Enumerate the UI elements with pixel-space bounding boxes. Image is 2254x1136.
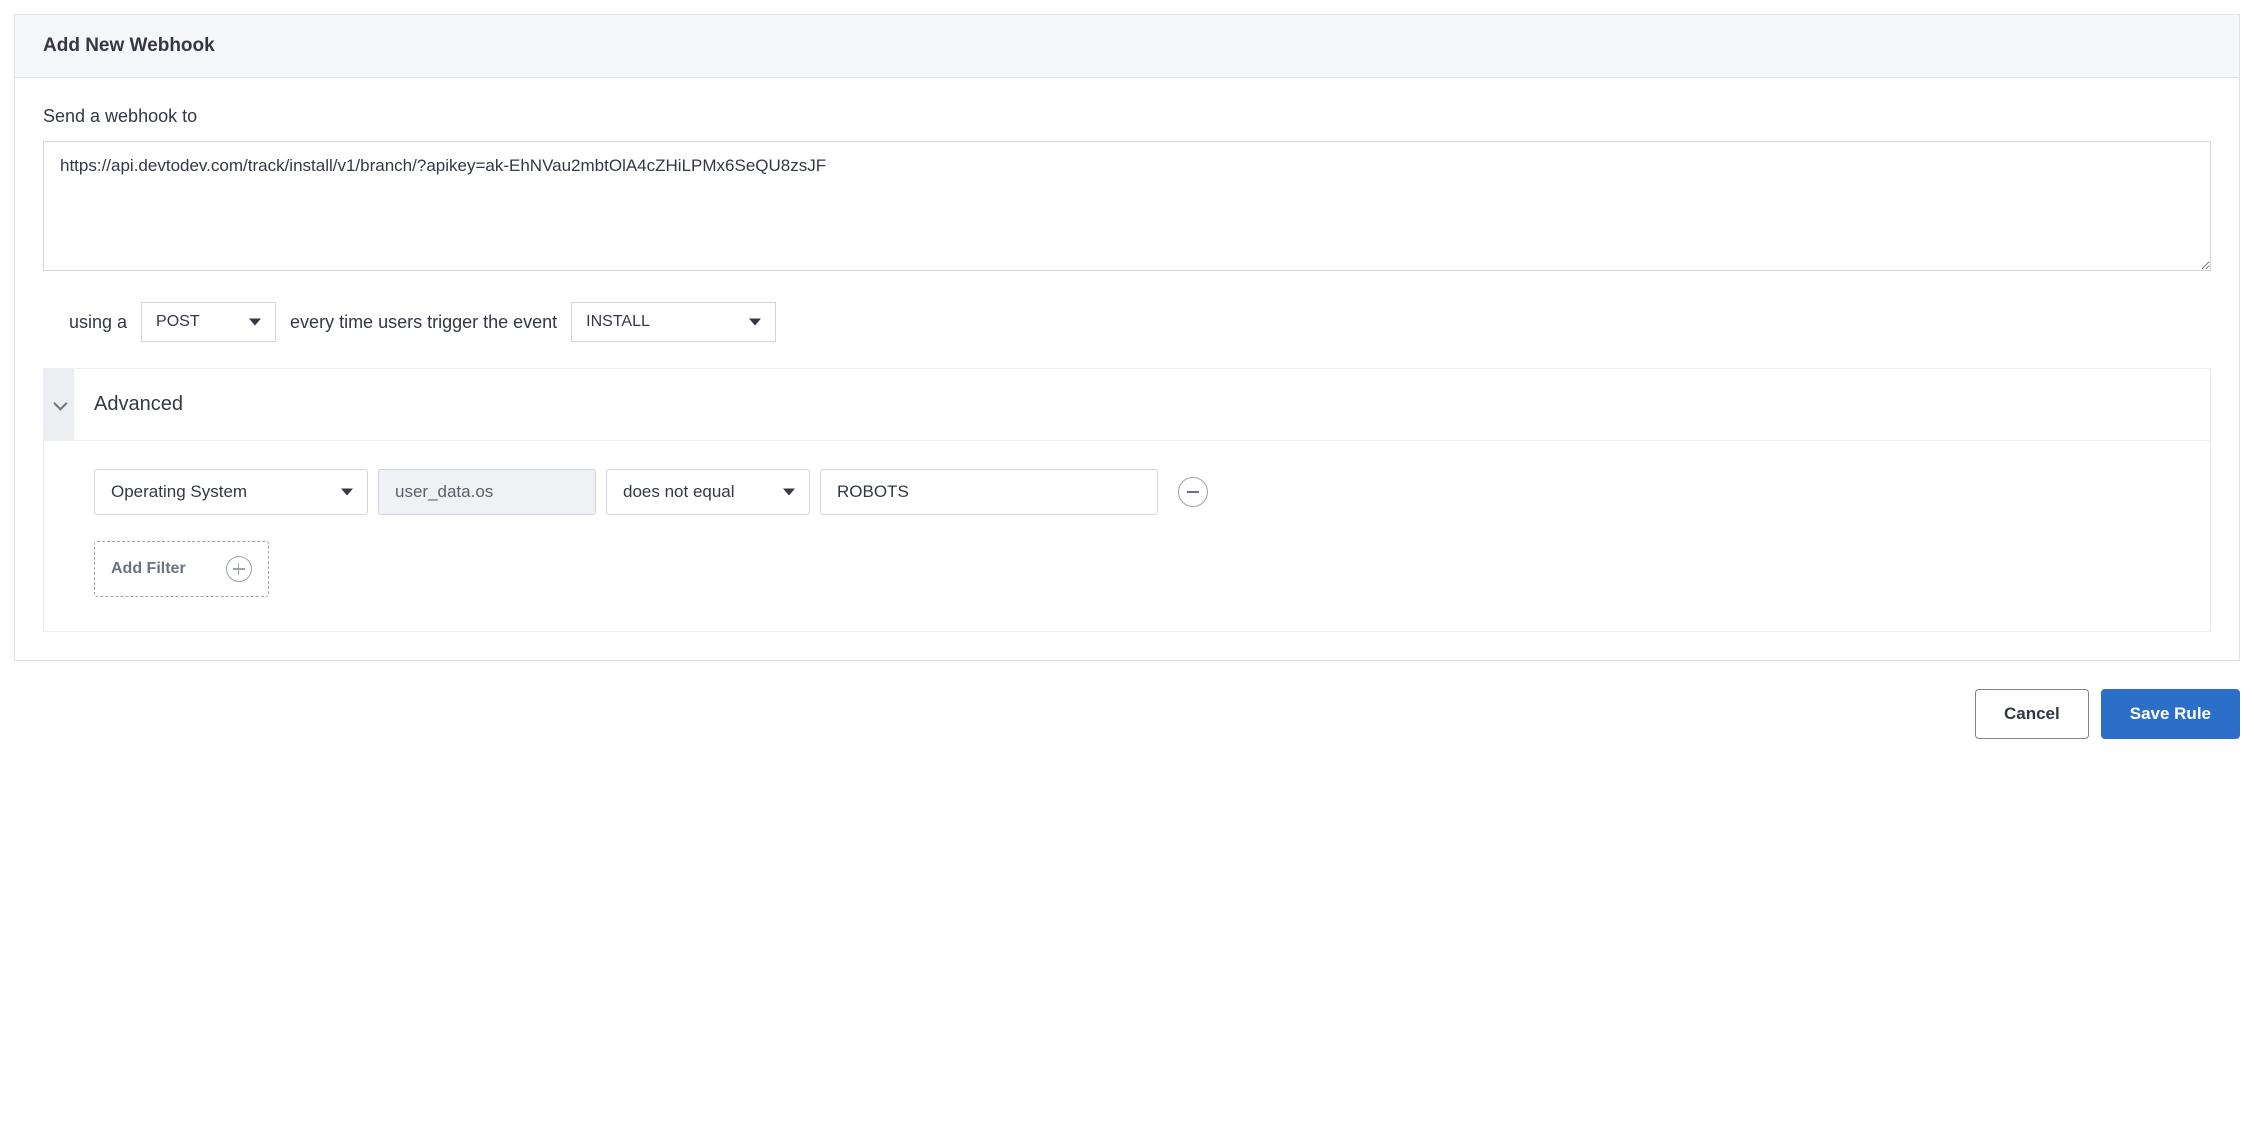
http-method-select[interactable]: POST bbox=[141, 302, 276, 342]
add-filter-button[interactable]: Add Filter bbox=[94, 541, 269, 597]
cancel-button[interactable]: Cancel bbox=[1975, 689, 2089, 739]
caret-down-icon bbox=[249, 319, 261, 326]
caret-down-icon bbox=[749, 319, 761, 326]
filter-property-value: Operating System bbox=[111, 482, 247, 502]
minus-icon bbox=[1187, 491, 1199, 493]
caret-down-icon bbox=[341, 489, 353, 496]
filter-operator-select[interactable]: does not equal bbox=[606, 469, 810, 515]
filter-row: Operating System user_data.os does not e… bbox=[94, 469, 2160, 515]
filter-operator-value: does not equal bbox=[623, 482, 735, 502]
save-button[interactable]: Save Rule bbox=[2101, 689, 2240, 739]
add-filter-label: Add Filter bbox=[111, 560, 186, 578]
chevron-down-icon bbox=[53, 396, 67, 410]
filter-property-select[interactable]: Operating System bbox=[94, 469, 368, 515]
config-row: using a POST every time users trigger th… bbox=[69, 302, 2211, 342]
webhook-url-label: Send a webhook to bbox=[43, 106, 2211, 127]
advanced-title: Advanced bbox=[74, 369, 203, 440]
http-method-value: POST bbox=[156, 313, 200, 331]
advanced-toggle[interactable] bbox=[44, 369, 74, 440]
event-value: INSTALL bbox=[586, 313, 650, 331]
panel-header: Add New Webhook bbox=[15, 15, 2239, 78]
plus-circle-icon bbox=[226, 556, 252, 582]
caret-down-icon bbox=[783, 489, 795, 496]
trigger-label: every time users trigger the event bbox=[290, 312, 557, 333]
advanced-body: Operating System user_data.os does not e… bbox=[44, 441, 2210, 631]
panel-title: Add New Webhook bbox=[43, 35, 2211, 57]
webhook-url-input[interactable]: https://api.devtodev.com/track/install/v… bbox=[43, 141, 2211, 271]
advanced-section: Advanced Operating System user_data.os d… bbox=[43, 368, 2211, 632]
advanced-header: Advanced bbox=[44, 369, 2210, 441]
panel-body: Send a webhook to https://api.devtodev.c… bbox=[15, 78, 2239, 660]
webhook-panel: Add New Webhook Send a webhook to https:… bbox=[14, 14, 2240, 661]
using-label: using a bbox=[69, 312, 127, 333]
filter-value-input[interactable] bbox=[820, 469, 1158, 515]
footer-buttons: Cancel Save Rule bbox=[14, 689, 2240, 739]
event-select[interactable]: INSTALL bbox=[571, 302, 776, 342]
filter-field-display: user_data.os bbox=[378, 469, 596, 515]
remove-filter-button[interactable] bbox=[1178, 477, 1208, 507]
